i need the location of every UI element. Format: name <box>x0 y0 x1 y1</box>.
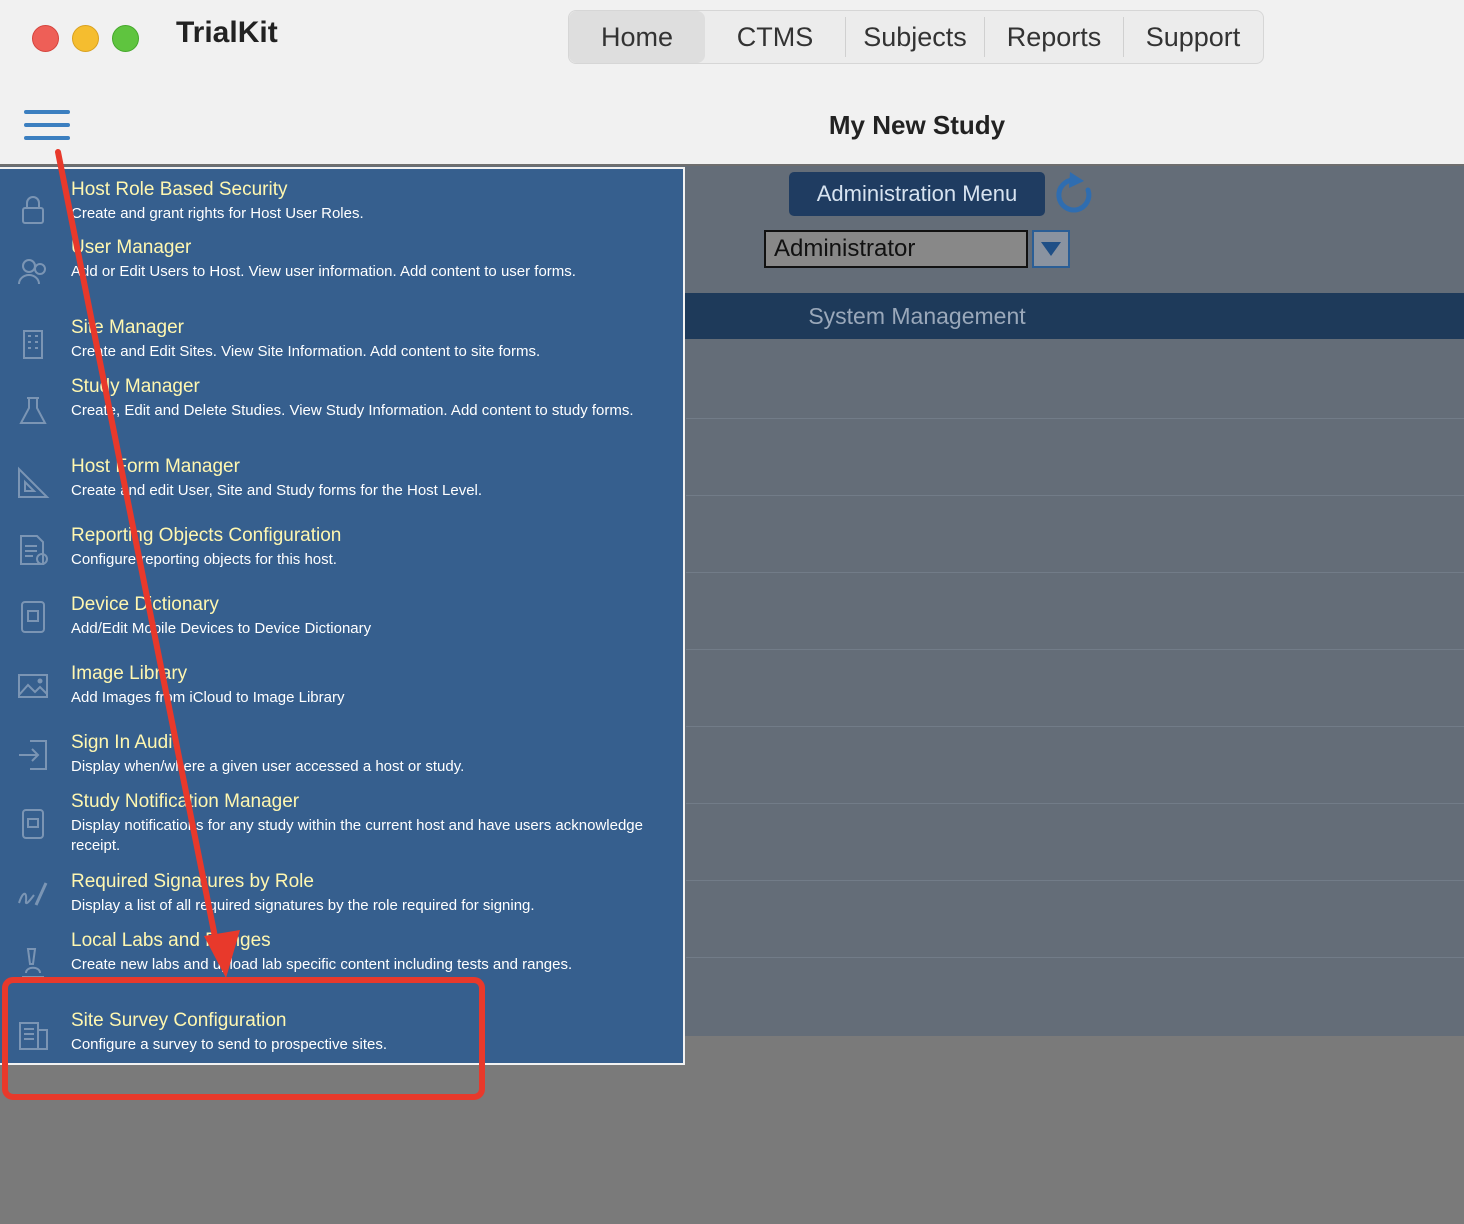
menu-item-title: Sign In Audit <box>71 732 178 753</box>
menu-item-title: Reporting Objects Configuration <box>71 525 342 546</box>
menu-item-title: Required Signatures by Role <box>71 871 314 892</box>
top-tab-bar: Home CTMS Subjects Reports Support <box>568 10 1264 64</box>
menu-item-title: Site Manager <box>71 317 185 338</box>
row-divider <box>686 880 1464 881</box>
menu-item-local-labs-and-ranges[interactable]: Local Labs and Ranges Create new labs an… <box>0 930 683 1006</box>
menu-item-title: Study Notification Manager <box>71 791 300 812</box>
page-title: My New Study <box>828 110 1006 140</box>
menu-item-description: Add or Edit Users to Host. View user inf… <box>71 263 576 280</box>
menu-item-description: Display notifications for any study with… <box>71 817 643 854</box>
lock-icon <box>22 196 44 224</box>
row-divider <box>686 495 1464 496</box>
menu-item-description: Create and grant rights for Host User Ro… <box>71 205 364 222</box>
menu-item-description: Create and edit User, Site and Study for… <box>71 482 483 499</box>
row-divider <box>686 649 1464 650</box>
row-divider <box>686 572 1464 573</box>
microscope-icon <box>22 948 44 978</box>
refresh-icon[interactable] <box>1052 170 1098 220</box>
image-icon <box>18 674 48 698</box>
users-icon <box>18 259 46 285</box>
tab-support[interactable]: Support <box>1124 11 1262 63</box>
menu-item-user-manager[interactable]: User Manager Add or Edit Users to Host. … <box>0 237 683 313</box>
menu-item-required-signatures-by-role[interactable]: Required Signatures by Role Display a li… <box>0 871 683 927</box>
row-divider <box>686 803 1464 804</box>
menu-item-description: Configure reporting objects for this hos… <box>71 551 337 568</box>
menu-item-description: Add Images from iCloud to Image Library <box>71 689 345 706</box>
signature-icon <box>18 882 48 906</box>
flask-icon <box>19 397 47 424</box>
menu-item-description: Add/Edit Mobile Devices to Device Dictio… <box>71 620 372 637</box>
menu-item-title: Site Survey Configuration <box>71 1010 287 1031</box>
device-icon <box>21 601 45 633</box>
tab-reports[interactable]: Reports <box>985 11 1123 63</box>
tab-subjects[interactable]: Subjects <box>846 11 984 63</box>
menu-item-description: Display a list of all required signature… <box>71 897 535 914</box>
menu-item-title: Host Role Based Security <box>71 179 288 200</box>
menu-item-title: Host Form Manager <box>71 456 240 477</box>
menu-item-image-library[interactable]: Image Library Add Images from iCloud to … <box>0 663 683 723</box>
chevron-down-icon <box>1041 242 1061 256</box>
menu-item-title: Study Manager <box>71 376 200 397</box>
building-icon <box>23 330 43 359</box>
menu-item-host-role-based-security[interactable]: Host Role Based Security Create and gran… <box>0 179 683 235</box>
survey-icon <box>19 1022 48 1050</box>
administration-menu-button[interactable]: Administration Menu <box>789 172 1045 216</box>
row-divider <box>686 726 1464 727</box>
menu-item-description: Create new labs and upload lab specific … <box>71 956 573 973</box>
menu-item-site-survey-configuration[interactable]: Site Survey Configuration Configure a su… <box>0 1010 683 1066</box>
menu-item-title: Device Dictionary <box>71 594 219 615</box>
menu-item-description: Create and Edit Sites. View Site Informa… <box>71 343 541 360</box>
report-icon <box>20 535 48 565</box>
menu-item-device-dictionary[interactable]: Device Dictionary Add/Edit Mobile Device… <box>0 594 683 654</box>
menu-item-reporting-objects-configuration[interactable]: Reporting Objects Configuration Configur… <box>0 525 683 585</box>
sign-in-icon <box>19 740 47 770</box>
menu-item-site-manager[interactable]: Site Manager Create and Edit Sites. View… <box>0 317 683 373</box>
close-window-button[interactable] <box>32 25 59 52</box>
side-menu: Host Role Based Security Create and gran… <box>0 167 685 1065</box>
notification-icon <box>22 809 44 839</box>
app-title: TrialKit <box>176 16 278 49</box>
menu-item-host-form-manager[interactable]: Host Form Manager Create and edit User, … <box>0 456 683 516</box>
menu-item-description: Display when/where a given user accessed… <box>71 758 465 775</box>
menu-item-description: Create, Edit and Delete Studies. View St… <box>71 402 634 419</box>
menu-item-title: User Manager <box>71 237 192 258</box>
role-dropdown-button[interactable] <box>1032 230 1070 268</box>
menu-item-description: Configure a survey to send to prospectiv… <box>71 1036 387 1053</box>
menu-item-sign-in-audit[interactable]: Sign In Audit Display when/where a given… <box>0 732 683 788</box>
row-divider <box>686 418 1464 419</box>
ruler-icon <box>18 466 50 498</box>
role-select[interactable]: Administrator <box>764 230 1028 268</box>
menu-item-study-manager[interactable]: Study Manager Create, Edit and Delete St… <box>0 376 683 452</box>
row-divider <box>686 957 1464 958</box>
menu-item-title: Image Library <box>71 663 188 684</box>
zoom-window-button[interactable] <box>112 25 139 52</box>
tab-ctms[interactable]: CTMS <box>705 11 845 63</box>
menu-item-study-notification-manager[interactable]: Study Notification Manager Display notif… <box>0 791 683 867</box>
title-bar: TrialKit Home CTMS Subjects Reports Supp… <box>0 0 1464 166</box>
menu-item-title: Local Labs and Ranges <box>71 930 271 951</box>
tab-home[interactable]: Home <box>569 11 705 63</box>
minimize-window-button[interactable] <box>72 25 99 52</box>
